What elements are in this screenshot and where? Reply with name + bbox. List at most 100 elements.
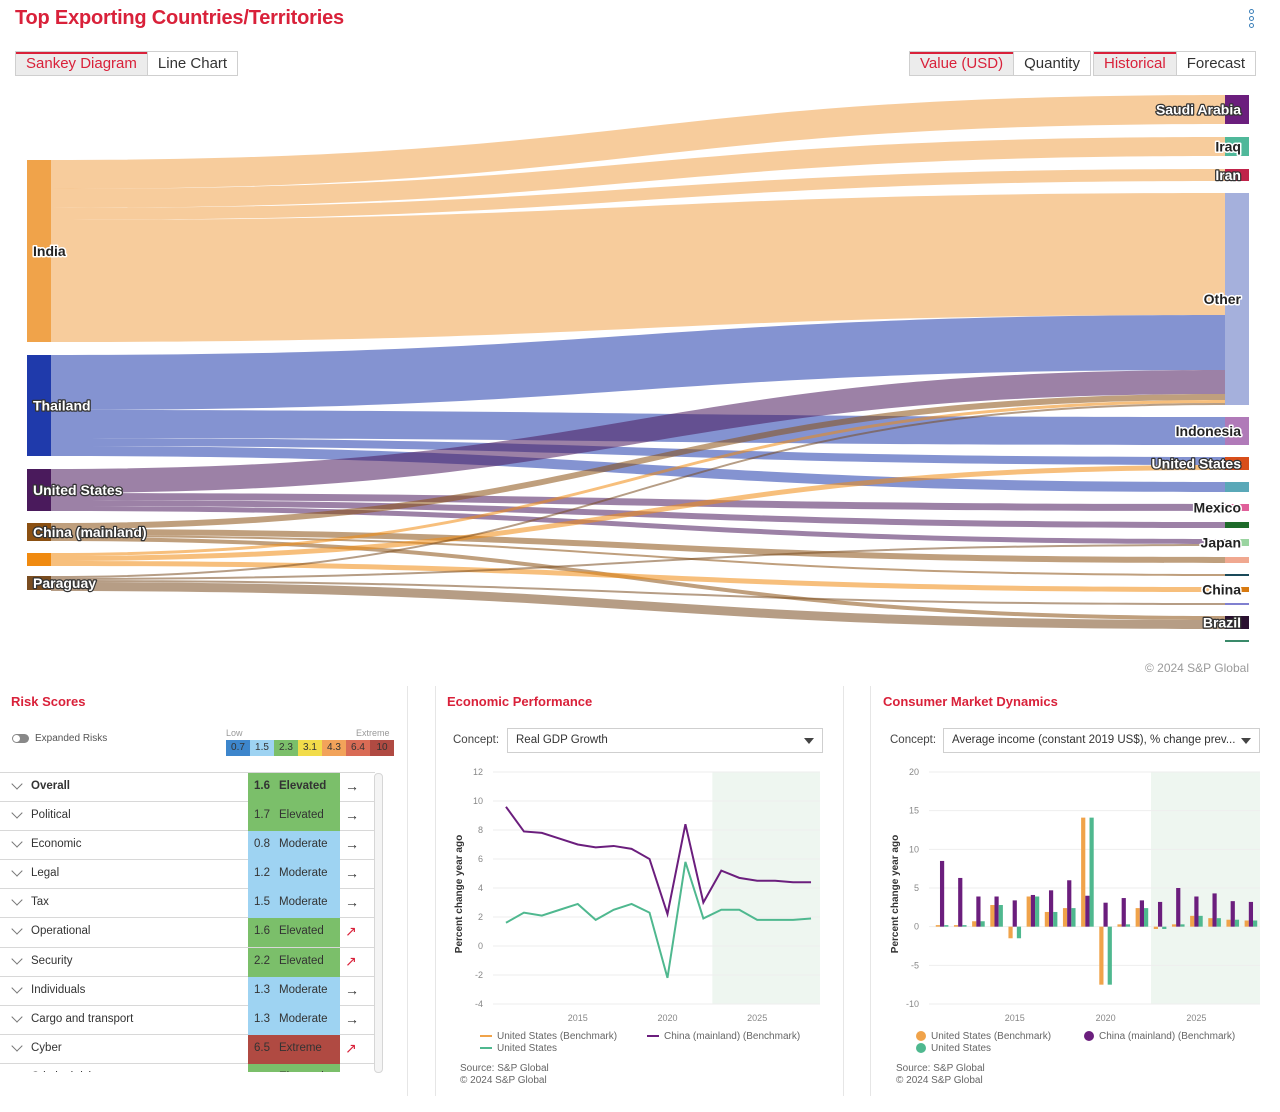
sankey-target-node-unlabeled[interactable]: [1225, 640, 1249, 642]
risk-row-operational[interactable]: Operational 1.6 Elevated ↗: [0, 918, 375, 948]
tab-sankey-diagram[interactable]: Sankey Diagram: [16, 52, 148, 75]
bar-china-mainland-benchmark-2014[interactable]: [994, 896, 999, 927]
sankey-target-node-unlabeled[interactable]: [1225, 603, 1249, 605]
chevron-down-icon[interactable]: [11, 1011, 23, 1023]
risk-row-security[interactable]: Security 2.2 Elevated ↗: [0, 947, 375, 977]
chevron-down-icon[interactable]: [11, 923, 23, 936]
chevron-down-icon[interactable]: [11, 836, 23, 848]
economic-concept-select[interactable]: Real GDP Growth: [507, 728, 823, 753]
kebab-vertical-icon[interactable]: [1244, 8, 1258, 34]
bar-united-states-2011[interactable]: [944, 925, 949, 927]
risk-row-overall[interactable]: Overall 1.6 Elevated →: [0, 773, 375, 803]
risk-row-cyber[interactable]: Cyber 6.5 Extreme ↗: [0, 1034, 375, 1064]
bar-united-states-benchmark-2015[interactable]: [1008, 926, 1013, 939]
risk-row-political[interactable]: Political 1.7 Elevated →: [0, 802, 375, 832]
bar-united-states-benchmark-2018[interactable]: [1062, 908, 1068, 927]
bar-united-states-benchmark-2025[interactable]: [1190, 915, 1195, 927]
bar-united-states-benchmark-2012[interactable]: [953, 925, 959, 927]
bar-united-states-2024[interactable]: [1180, 924, 1185, 927]
bar-united-states-2014[interactable]: [998, 905, 1003, 927]
legend-item[interactable]: United States (Benchmark): [480, 1031, 617, 1042]
bar-united-states-benchmark-2019[interactable]: [1081, 817, 1086, 927]
bar-china-mainland-benchmark-2013[interactable]: [976, 896, 981, 927]
bar-china-mainland-benchmark-2018[interactable]: [1067, 880, 1072, 927]
consumer-concept-select[interactable]: Average income (constant 2019 US$), % ch…: [943, 728, 1260, 753]
bar-united-states-benchmark-2026[interactable]: [1208, 918, 1213, 927]
bar-united-states-benchmark-2022[interactable]: [1135, 908, 1140, 927]
legend-item[interactable]: China (mainland) (Benchmark): [1084, 1031, 1235, 1042]
bar-united-states-benchmark-2017[interactable]: [1044, 911, 1049, 927]
tab-forecast[interactable]: Forecast: [1176, 52, 1256, 75]
bar-united-states-benchmark-2028[interactable]: [1244, 920, 1249, 927]
bar-united-states-2016[interactable]: [1035, 896, 1040, 927]
bar-china-mainland-benchmark-2011[interactable]: [939, 860, 945, 927]
risk-row-economic[interactable]: Economic 0.8 Moderate →: [0, 831, 375, 861]
bar-united-states-benchmark-2021[interactable]: [1117, 924, 1122, 927]
bar-united-states-2020[interactable]: [1107, 926, 1112, 985]
chevron-down-icon[interactable]: [11, 981, 23, 994]
bar-united-states-2026[interactable]: [1216, 918, 1221, 927]
sankey-target-node-unlabeled[interactable]: [1225, 557, 1249, 563]
bar-united-states-benchmark-2024[interactable]: [1171, 924, 1177, 927]
bar-china-mainland-benchmark-2012[interactable]: [958, 877, 963, 927]
sankey-target-node-unlabeled[interactable]: [1225, 574, 1249, 576]
risk-row-criminal-risk[interactable]: Criminal risk Elevated: [0, 1063, 375, 1072]
legend-item[interactable]: United States (Benchmark): [916, 1031, 1051, 1042]
legend-item[interactable]: China (mainland) (Benchmark): [647, 1031, 800, 1042]
bar-china-mainland-benchmark-2028[interactable]: [1248, 901, 1254, 927]
bar-united-states-2027[interactable]: [1234, 919, 1240, 927]
bar-china-mainland-benchmark-2019[interactable]: [1085, 895, 1090, 927]
bar-united-states-2015[interactable]: [1016, 926, 1022, 939]
sankey-target-node-unlabeled[interactable]: [1225, 482, 1249, 492]
chevron-down-icon[interactable]: [11, 807, 23, 819]
chevron-down-icon[interactable]: [11, 865, 23, 877]
sankey-source-node-unlabeled[interactable]: [27, 553, 51, 566]
bar-china-mainland-benchmark-2021[interactable]: [1121, 898, 1126, 927]
risk-table-scrollbar[interactable]: [374, 773, 383, 1073]
bar-united-states-2019[interactable]: [1089, 817, 1094, 927]
bar-united-states-2012[interactable]: [962, 925, 967, 927]
bar-united-states-2023[interactable]: [1162, 926, 1167, 929]
tab-line-chart[interactable]: Line Chart: [147, 52, 238, 75]
bar-united-states-2025[interactable]: [1198, 915, 1203, 927]
legend-item[interactable]: United States: [916, 1043, 991, 1054]
bar-united-states-benchmark-2016[interactable]: [1026, 896, 1031, 927]
bar-united-states-benchmark-2014[interactable]: [990, 905, 995, 927]
bar-united-states-benchmark-2023[interactable]: [1153, 926, 1158, 929]
bar-china-mainland-benchmark-2023[interactable]: [1157, 901, 1163, 927]
tab-value-usd[interactable]: Value (USD): [910, 52, 1015, 75]
bar-united-states-benchmark-2013[interactable]: [972, 921, 977, 927]
bar-united-states-2013[interactable]: [980, 921, 985, 927]
bar-united-states-2017[interactable]: [1053, 911, 1058, 927]
risk-row-individuals[interactable]: Individuals 1.3 Moderate →: [0, 976, 375, 1006]
legend-item[interactable]: United States: [480, 1043, 557, 1054]
chevron-down-icon[interactable]: [11, 1040, 23, 1052]
chevron-down-icon[interactable]: [11, 952, 23, 965]
tab-historical[interactable]: Historical: [1094, 52, 1177, 75]
tab-quantity[interactable]: Quantity: [1014, 52, 1090, 75]
bar-china-mainland-benchmark-2017[interactable]: [1048, 890, 1054, 927]
risk-row-tax[interactable]: Tax 1.5 Moderate →: [0, 889, 375, 919]
bar-china-mainland-benchmark-2022[interactable]: [1139, 900, 1145, 927]
risk-row-cargo-and-transport[interactable]: Cargo and transport 1.3 Moderate →: [0, 1005, 375, 1035]
chevron-down-icon[interactable]: [11, 778, 23, 790]
bar-china-mainland-benchmark-2026[interactable]: [1212, 893, 1217, 927]
bar-china-mainland-benchmark-2015[interactable]: [1012, 900, 1017, 927]
chevron-down-icon[interactable]: [11, 894, 23, 907]
bar-united-states-benchmark-2011[interactable]: [935, 925, 940, 927]
bar-united-states-benchmark-2020[interactable]: [1099, 926, 1104, 985]
bar-united-states-2021[interactable]: [1125, 924, 1131, 927]
bar-china-mainland-benchmark-2025[interactable]: [1194, 896, 1199, 927]
bar-china-mainland-benchmark-2024[interactable]: [1176, 888, 1181, 927]
bar-china-mainland-benchmark-2027[interactable]: [1230, 901, 1235, 927]
bar-united-states-2022[interactable]: [1144, 908, 1149, 927]
chevron-down-icon[interactable]: [11, 1069, 23, 1072]
bar-united-states-2018[interactable]: [1071, 908, 1076, 927]
risk-row-legal[interactable]: Legal 1.2 Moderate →: [0, 860, 375, 890]
bar-china-mainland-benchmark-2016[interactable]: [1030, 894, 1036, 927]
expanded-risks-toggle[interactable]: [12, 734, 29, 743]
bar-united-states-benchmark-2027[interactable]: [1226, 919, 1231, 927]
sankey-target-node-unlabeled[interactable]: [1225, 522, 1249, 528]
bar-united-states-2028[interactable]: [1253, 920, 1258, 927]
bar-china-mainland-benchmark-2020[interactable]: [1103, 902, 1108, 927]
